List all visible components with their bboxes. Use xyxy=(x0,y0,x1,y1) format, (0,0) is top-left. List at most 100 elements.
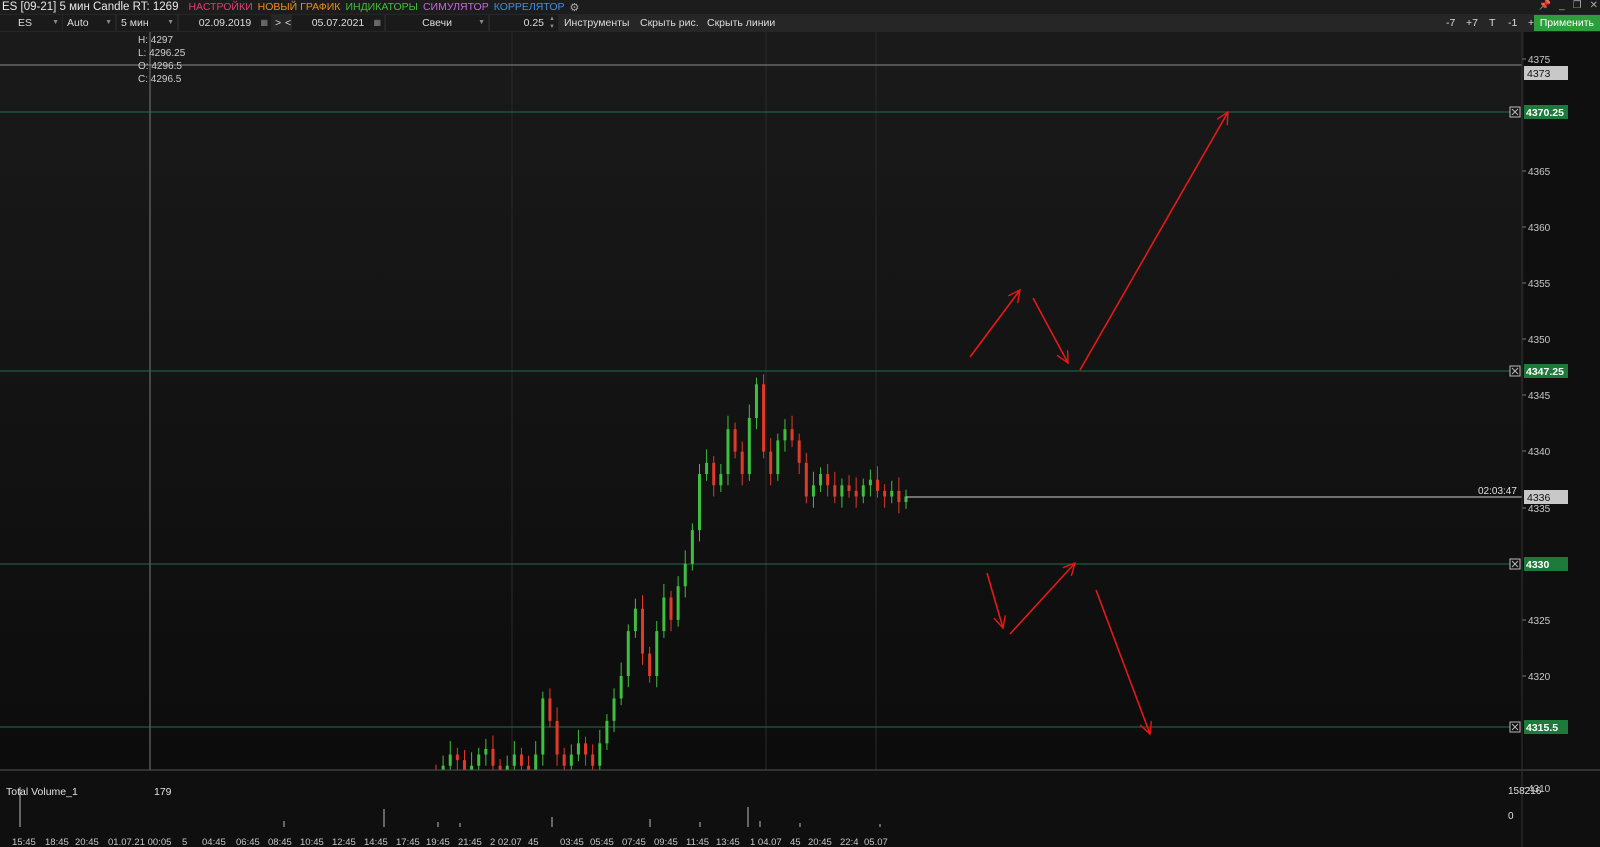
candle xyxy=(762,374,766,459)
price-tick-label: 4335 xyxy=(1528,504,1551,515)
candle-body xyxy=(591,754,595,766)
candle xyxy=(690,523,694,571)
candle-body xyxy=(683,563,687,587)
date-from-input[interactable]: 02.09.2019 ▦ xyxy=(179,15,271,31)
calendar-icon[interactable]: ▦ xyxy=(260,15,268,31)
hide-lines-button[interactable]: Скрыть линии xyxy=(703,15,779,31)
candle-body xyxy=(740,451,744,475)
candle-body xyxy=(648,653,652,676)
price-tick-label: 4355 xyxy=(1528,279,1551,290)
candle-body xyxy=(705,462,709,475)
time-axis-label: 2 02.07 xyxy=(490,837,522,847)
candle-body xyxy=(541,698,545,755)
time-axis-label: 09:45 xyxy=(654,837,678,847)
time-axis-label: 13:45 xyxy=(716,837,740,847)
time-axis-label: 20:45 xyxy=(75,837,99,847)
candle-body xyxy=(762,384,766,452)
time-axis-label: 14:45 xyxy=(364,837,388,847)
level-label: 4315.5 xyxy=(1526,722,1558,734)
volume-value: 179 xyxy=(154,786,172,798)
time-axis-label: 01.07.21 00:05 xyxy=(108,837,171,847)
candle-body xyxy=(826,474,830,486)
candle-body xyxy=(448,754,452,766)
price-tick-label: 4365 xyxy=(1528,167,1551,178)
candle-body xyxy=(519,754,523,766)
chart-type-select[interactable]: Свечи ▼ xyxy=(386,15,488,31)
price-chart[interactable]: 4370.25 4347.25 4330 4315.5 4375 4365 4360 4355… xyxy=(0,32,1600,847)
minimize-icon[interactable]: _ xyxy=(1559,0,1565,11)
candle-body xyxy=(790,429,794,441)
candle-body xyxy=(783,429,787,441)
candle-body xyxy=(804,462,808,497)
level-label: 4370.25 xyxy=(1526,107,1564,119)
candle-body xyxy=(484,748,488,755)
candle-body xyxy=(890,490,894,497)
window-title: ES [09-21] 5 мин Candle RT: 1269 xyxy=(2,1,179,13)
candle-body xyxy=(491,748,495,766)
volume-max: 158216 xyxy=(1508,786,1542,797)
menu-new-chart[interactable]: НОВЫЙ ГРАФИК xyxy=(258,1,341,13)
symbol-select[interactable]: ES ▼ xyxy=(0,15,62,31)
time-axis-label: 15:45 xyxy=(12,837,36,847)
candle-body xyxy=(584,743,588,755)
candle-body xyxy=(598,743,602,766)
calendar-icon[interactable]: ▦ xyxy=(373,15,381,31)
plus-7-button[interactable]: +7 xyxy=(1462,15,1482,31)
minus-1-button[interactable]: -1 xyxy=(1504,15,1521,31)
menu-settings[interactable]: НАСТРОЙКИ xyxy=(188,1,252,13)
time-axis-label: 10:45 xyxy=(300,837,324,847)
candle-body xyxy=(876,479,880,491)
menu-simulator[interactable]: СИМУЛЯТОР xyxy=(423,1,489,13)
time-axis-label: 08:45 xyxy=(268,837,292,847)
gear-icon[interactable]: ⚙ xyxy=(570,1,580,14)
time-axis-label: 19:45 xyxy=(426,837,450,847)
candle-body xyxy=(776,440,780,475)
candle-body xyxy=(669,597,673,620)
menu-indicators[interactable]: ИНДИКАТОРЫ xyxy=(345,1,418,13)
price-tick-label: 4360 xyxy=(1528,223,1551,234)
price-tick-label: 4345 xyxy=(1528,391,1551,402)
instruments-button[interactable]: Инструменты xyxy=(560,15,633,31)
restore-icon[interactable]: ❐ xyxy=(1573,0,1582,11)
price-tick-label: 4350 xyxy=(1528,335,1551,346)
candle-body xyxy=(868,479,872,486)
candle-body xyxy=(555,720,559,755)
time-axis-label: 05.07 xyxy=(864,837,888,847)
t-button[interactable]: T xyxy=(1485,15,1499,31)
candle-body xyxy=(754,384,758,418)
apply-button[interactable]: Применить xyxy=(1533,15,1600,31)
candle xyxy=(776,433,780,481)
volume-panel-bg xyxy=(0,770,1524,847)
interval-select[interactable]: 5 мин ▼ xyxy=(117,15,177,31)
time-axis-label: 22:4 xyxy=(840,837,859,847)
price-tick-label: 4375 xyxy=(1528,55,1551,66)
menu-correlator[interactable]: КОРРЕЛЯТОР xyxy=(494,1,565,13)
time-axis-label: 17:45 xyxy=(396,837,420,847)
candle-body xyxy=(861,485,865,497)
candle-body xyxy=(477,754,481,766)
ohlc-high: H: 4297 xyxy=(138,35,174,46)
pin-icon[interactable]: 📌 xyxy=(1539,0,1551,11)
candle-body xyxy=(712,462,716,486)
time-axis-label: 21:45 xyxy=(458,837,482,847)
time-axis-label: 45 xyxy=(790,837,801,847)
time-axis-label: 06:45 xyxy=(236,837,260,847)
candle-body xyxy=(847,485,851,491)
step-input[interactable]: 0.25 ▲ ▼ xyxy=(490,15,558,31)
candle-body xyxy=(512,754,516,766)
scale-select[interactable]: Auto ▼ xyxy=(63,15,115,31)
candle-body xyxy=(840,485,844,497)
candle-body xyxy=(747,417,751,475)
date-to-input[interactable]: 05.07.2021 ▦ xyxy=(292,15,384,31)
candle-body xyxy=(819,474,823,486)
candle-body xyxy=(769,451,773,475)
hide-drawings-button[interactable]: Скрыть рис. xyxy=(636,15,703,31)
close-icon[interactable]: ✕ xyxy=(1590,0,1598,11)
candle-body xyxy=(633,608,637,632)
price-tick-label: 4325 xyxy=(1528,616,1551,627)
candle-body xyxy=(612,698,616,721)
minus-7-button[interactable]: -7 xyxy=(1442,15,1459,31)
candle-body xyxy=(676,586,680,620)
ohlc-open: O: 4296.5 xyxy=(138,61,182,72)
toolbar: ES ▼ Auto ▼ 5 мин ▼ 02.09.2019 ▦ > < 05.07.2… xyxy=(0,14,1600,32)
